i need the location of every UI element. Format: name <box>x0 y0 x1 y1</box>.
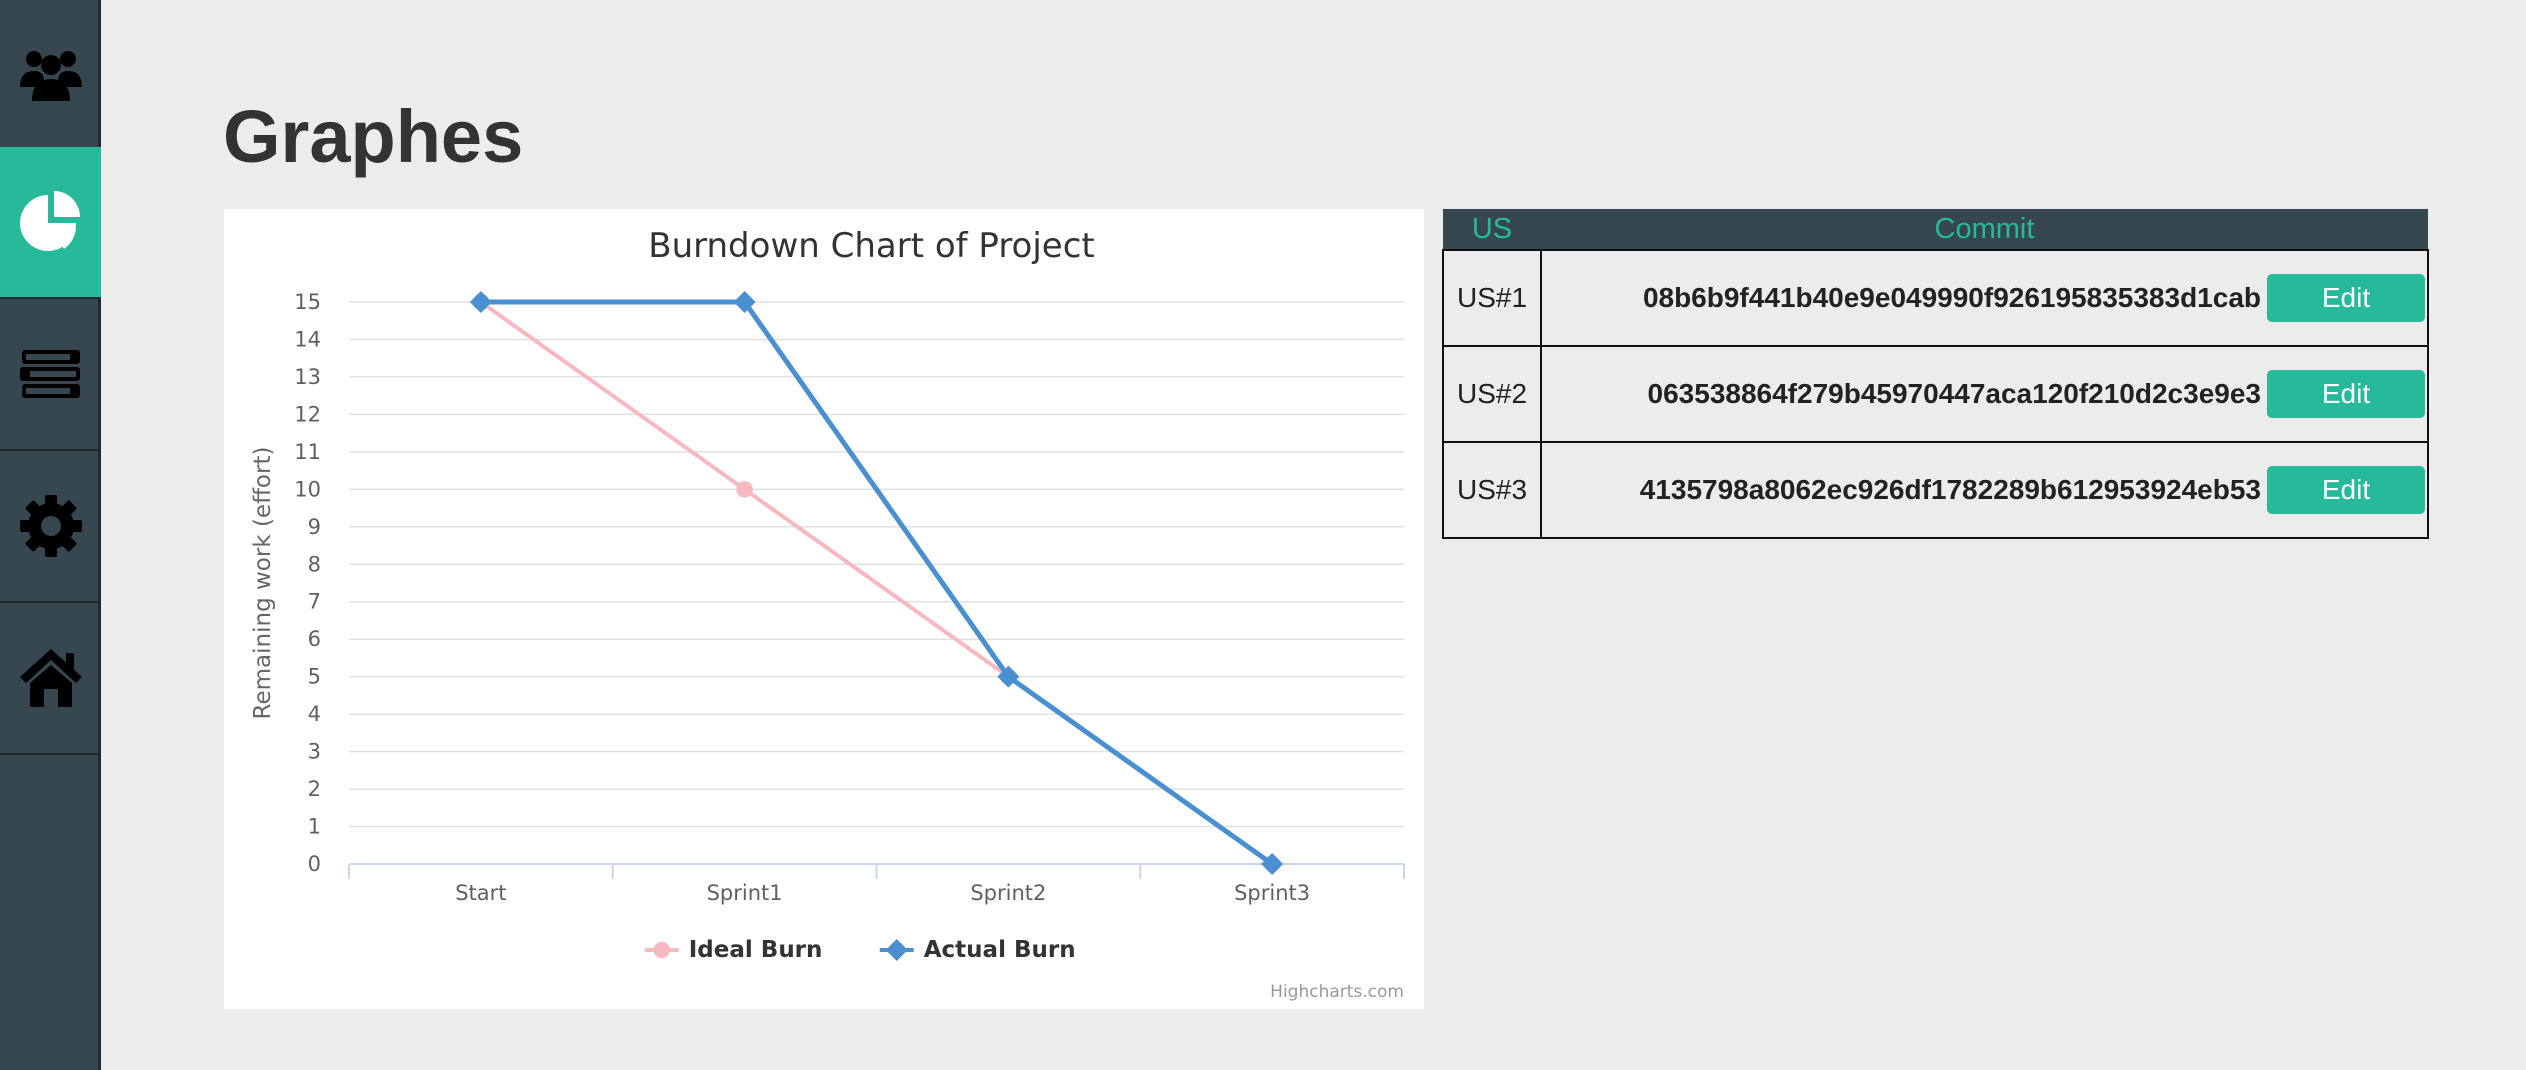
y-tick-label: 6 <box>308 627 321 651</box>
legend-item-label: Ideal Burn <box>689 937 823 963</box>
chart-canvas: Burndown Chart of Project012345678910111… <box>250 226 1405 1002</box>
x-tick-label: Sprint3 <box>1234 881 1310 905</box>
y-tick-label: 4 <box>308 702 321 726</box>
table-row: US#3 4135798a8062ec926df1782289b61295392… <box>1442 441 2429 539</box>
sidebar-item-settings[interactable] <box>0 451 101 603</box>
us-id-cell: US#2 <box>1442 345 1542 443</box>
legend-item-label: Actual Burn <box>924 937 1076 963</box>
y-tick-label: 1 <box>308 815 321 839</box>
chart-title: Burndown Chart of Project <box>648 226 1095 266</box>
us-id-cell: US#3 <box>1442 441 1542 539</box>
y-tick-label: 13 <box>294 365 321 389</box>
us-column-header: US <box>1443 209 1541 250</box>
sidebar-item-team[interactable] <box>0 0 101 152</box>
y-tick-label: 11 <box>294 440 321 464</box>
pie-chart-icon <box>19 191 80 251</box>
y-tick-label: 0 <box>308 852 321 876</box>
data-point-marker <box>885 939 908 961</box>
y-tick-label: 12 <box>294 402 321 426</box>
y-tick-label: 9 <box>308 515 321 539</box>
table-row: US#1 08b6b9f441b40e9e049990f926195835383… <box>1442 249 2429 347</box>
table-header-row: US Commit <box>1443 209 2428 250</box>
sidebar-item-charts[interactable] <box>0 147 101 299</box>
burndown-chart: Burndown Chart of Project 0 1 2 3 4 5 6 7 8 9 10 11 1… <box>224 209 1424 1009</box>
x-tick-label: Start <box>455 881 506 905</box>
edit-button[interactable]: Edit <box>2267 274 2425 322</box>
home-icon <box>19 649 82 707</box>
y-tick-label: 15 <box>294 290 321 314</box>
commit-column-header: Commit <box>1541 209 2428 250</box>
y-axis-title: Remaining work (effort) <box>250 447 276 720</box>
users-icon <box>19 51 82 101</box>
edit-cell: Edit <box>2267 345 2429 443</box>
commit-hash-cell: 08b6b9f441b40e9e049990f926195835383d1cab <box>1540 249 2267 347</box>
y-tick-label: 5 <box>308 665 321 689</box>
x-tick-label: Sprint1 <box>707 881 783 905</box>
y-tick-label: 7 <box>308 590 321 614</box>
books-icon <box>19 350 80 398</box>
y-tick-label: 3 <box>308 740 321 764</box>
data-point-marker <box>736 481 753 498</box>
us-id-cell: US#1 <box>1442 249 1542 347</box>
y-tick-label: 8 <box>308 552 321 576</box>
chart-credits: Highcharts.com <box>1270 982 1404 1002</box>
y-tick-label: 10 <box>294 477 321 501</box>
edit-cell: Edit <box>2267 249 2429 347</box>
commit-hash-cell: 063538864f279b45970447aca120f210d2c3e9e3 <box>1540 345 2267 443</box>
page-title: Graphes <box>223 95 524 178</box>
commit-hash-cell: 4135798a8062ec926df1782289b612953924eb53 <box>1540 441 2267 539</box>
table-row: US#2 063538864f279b45970447aca120f210d2c… <box>1442 345 2429 443</box>
edit-button[interactable]: Edit <box>2267 466 2425 514</box>
sidebar <box>0 0 101 1070</box>
edit-button[interactable]: Edit <box>2267 370 2425 418</box>
x-tick-label: Sprint2 <box>970 881 1046 905</box>
sidebar-item-library[interactable] <box>0 299 101 451</box>
sidebar-item-home[interactable] <box>0 603 101 755</box>
commit-table: US Commit US#1 08b6b9f441b40e9e049990f92… <box>1442 209 2429 539</box>
data-point-marker <box>653 941 670 959</box>
y-tick-label: 14 <box>294 327 321 351</box>
edit-cell: Edit <box>2267 441 2429 539</box>
y-tick-label: 2 <box>308 777 321 801</box>
gear-icon <box>19 495 82 557</box>
